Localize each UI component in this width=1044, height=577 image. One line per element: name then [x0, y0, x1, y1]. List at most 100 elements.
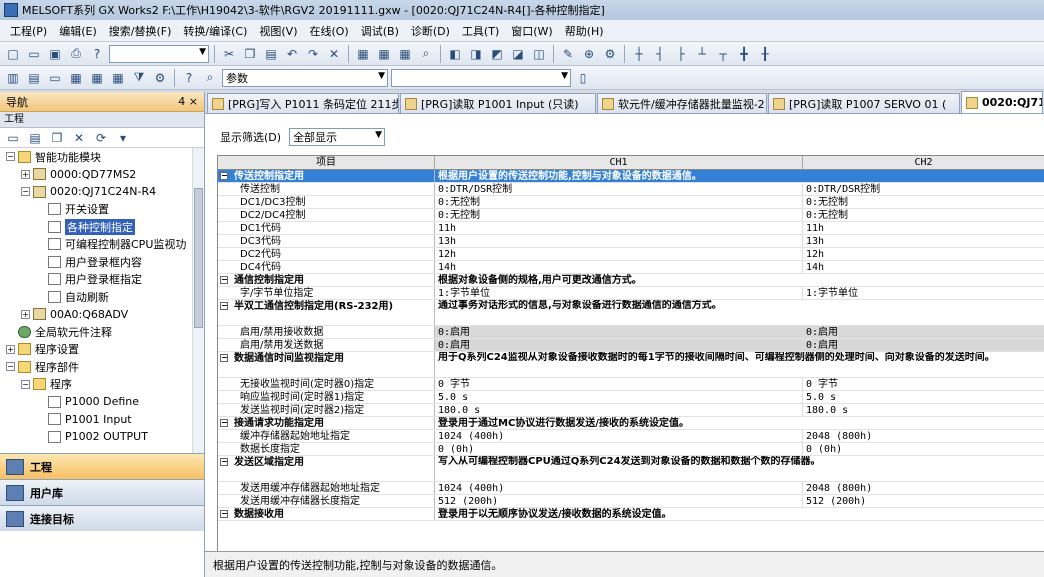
help-icon[interactable]: ?: [88, 45, 106, 63]
nav-button-user-library[interactable]: 用户库: [0, 479, 204, 505]
setting-row[interactable]: 字/字节单位指定 1:字节单位 1:字节单位: [218, 287, 1044, 300]
setting-row[interactable]: 发送用缓冲存储器长度指定 512 (200h) 512 (200h): [218, 495, 1044, 508]
tree-item[interactable]: P1001 Input: [2, 411, 204, 429]
tab-p1007[interactable]: [PRG]读取 P1007 SERVO 01 (: [768, 93, 960, 113]
collapse-icon[interactable]: −: [220, 172, 228, 180]
param-combo[interactable]: 参数 ▼: [222, 68, 388, 87]
options-icon[interactable]: ⚙: [151, 69, 169, 87]
ch2-value-cell[interactable]: 0:启用: [803, 326, 1044, 338]
filter-icon[interactable]: ⧩: [130, 69, 148, 87]
ch2-value-cell[interactable]: 0:启用: [803, 339, 1044, 351]
setting-row[interactable]: DC2/DC4控制 0:无控制 0:无控制: [218, 209, 1044, 222]
ch2-value-cell[interactable]: 0 字节: [803, 378, 1044, 390]
tree-item[interactable]: 用户登录框指定: [2, 271, 204, 289]
setting-row[interactable]: 发送用缓冲存储器起始地址指定 1024 (400h) 2048 (800h): [218, 482, 1044, 495]
ch1-value-cell[interactable]: 0:无控制: [435, 209, 803, 221]
device-icon[interactable]: ▦: [354, 45, 372, 63]
collapse-icon[interactable]: −: [220, 419, 228, 427]
tree-item[interactable]: 开关设置: [2, 201, 204, 219]
setting-row[interactable]: 启用/禁用发送数据 0:启用 0:启用: [218, 339, 1044, 352]
setting-row[interactable]: 传送控制 0:DTR/DSR控制 0:DTR/DSR控制: [218, 183, 1044, 196]
device-dev-icon-2[interactable]: ▦: [88, 69, 106, 87]
ch2-value-cell[interactable]: 12h: [803, 248, 1044, 260]
scroll-thumb[interactable]: [194, 188, 203, 328]
toolbar-combo[interactable]: ▼: [109, 44, 209, 63]
setting-row[interactable]: DC1/DC3控制 0:无控制 0:无控制: [218, 196, 1044, 209]
monitor-stop-icon[interactable]: ◫: [530, 45, 548, 63]
new-item-icon[interactable]: ▭: [4, 129, 22, 147]
ch1-value-cell[interactable]: 512 (200h): [435, 495, 803, 507]
menu-project[interactable]: 工程(P): [4, 23, 53, 39]
ch2-value-cell[interactable]: 14h: [803, 261, 1044, 273]
refresh-icon[interactable]: ⟳: [92, 129, 110, 147]
category-row[interactable]: − 传送控制指定用 根据用户设置的传送控制功能,控制与对象设备的数据通信。: [218, 170, 1044, 183]
ch1-value-cell[interactable]: 0:DTR/DSR控制: [435, 183, 803, 195]
ch2-value-cell[interactable]: 180.0 s: [803, 404, 1044, 416]
setting-row[interactable]: DC4代码 14h 14h: [218, 261, 1044, 274]
ch2-value-cell[interactable]: 0:DTR/DSR控制: [803, 183, 1044, 195]
ch1-value-cell[interactable]: 0 字节: [435, 378, 803, 390]
ladder-icon-4[interactable]: ┴: [693, 45, 711, 63]
ch2-value-cell[interactable]: 2048 (800h): [803, 430, 1044, 442]
ch1-value-cell[interactable]: 0:启用: [435, 339, 803, 351]
ch1-value-cell[interactable]: 11h: [435, 222, 803, 234]
project-tree[interactable]: − 智能功能模块 +0000:QD77MS2 − 0020:QJ71C24N-R4 开关设…: [0, 148, 204, 453]
zoom-icon[interactable]: ⊕: [580, 45, 598, 63]
tree-item[interactable]: 自动刷新: [2, 288, 204, 306]
print-icon[interactable]: ⎙: [67, 45, 85, 63]
menu-view[interactable]: 视图(V): [253, 23, 303, 39]
setting-row[interactable]: 缓冲存储器起始地址指定 1024 (400h) 2048 (800h): [218, 430, 1044, 443]
tree-item[interactable]: 可编程控制器CPU监视功: [2, 236, 204, 254]
tree-item[interactable]: 各种控制指定: [2, 218, 204, 236]
copy-item-icon[interactable]: ❐: [48, 129, 66, 147]
ladder-icon[interactable]: ┼: [630, 45, 648, 63]
tree-item[interactable]: − 0020:QJ71C24N-R4: [2, 183, 204, 201]
tab-p1011[interactable]: [PRG]写入 P1011 条码定位 211步: [207, 93, 399, 113]
ch2-value-cell[interactable]: 13h: [803, 235, 1044, 247]
delete-icon[interactable]: ✕: [325, 45, 343, 63]
collapse-icon[interactable]: −: [21, 379, 30, 389]
nav-button-project[interactable]: 工程: [0, 453, 204, 479]
ladder-icon-3[interactable]: ├: [672, 45, 690, 63]
category-row[interactable]: − 数据通信时间监视指定用 用于Q系列C24监视从对象设备接收数据时的每1字节的接收…: [218, 352, 1044, 378]
device-dev-icon[interactable]: ▦: [67, 69, 85, 87]
ladder-icon-5[interactable]: ┬: [714, 45, 732, 63]
ch2-value-cell[interactable]: 5.0 s: [803, 391, 1044, 403]
cut-icon[interactable]: ✂: [220, 45, 238, 63]
binoculars-icon[interactable]: ⌕: [201, 69, 219, 87]
ch1-value-cell[interactable]: 1024 (400h): [435, 430, 803, 442]
tree-item[interactable]: 全局软元件注释: [2, 323, 204, 341]
tab-buffer-monitor[interactable]: 软元件/缓冲存储器批量监视-2: [597, 93, 767, 113]
collapse-icon[interactable]: −: [220, 354, 228, 362]
ch1-value-cell[interactable]: 12h: [435, 248, 803, 260]
window-icon[interactable]: ▭: [46, 69, 64, 87]
new-icon[interactable]: □: [4, 45, 22, 63]
device-dev-icon-3[interactable]: ▦: [109, 69, 127, 87]
setting-row[interactable]: DC2代码 12h 12h: [218, 248, 1044, 261]
setting-row[interactable]: 数据长度指定 0 (0h) 0 (0h): [218, 443, 1044, 456]
expand-icon[interactable]: +: [21, 309, 30, 319]
ch1-value-cell[interactable]: 0:启用: [435, 326, 803, 338]
collapse-icon[interactable]: −: [220, 276, 228, 284]
menu-help[interactable]: 帮助(H): [559, 23, 610, 39]
ch2-value-cell[interactable]: 1:字节单位: [803, 287, 1044, 299]
tree-item[interactable]: − 智能功能模块: [2, 148, 204, 166]
open-icon[interactable]: ▭: [25, 45, 43, 63]
tree-item[interactable]: − 程序: [2, 376, 204, 394]
filter-select[interactable]: 全部显示 ▼: [289, 128, 386, 146]
search-combo[interactable]: ▼: [391, 68, 571, 87]
redo-icon[interactable]: ↷: [304, 45, 322, 63]
ch1-value-cell[interactable]: 1:字节单位: [435, 287, 803, 299]
ladder-icon-7[interactable]: ╂: [756, 45, 774, 63]
setting-row[interactable]: DC3代码 13h 13h: [218, 235, 1044, 248]
module-icon[interactable]: ▤: [25, 69, 43, 87]
ch2-value-cell[interactable]: 0:无控制: [803, 209, 1044, 221]
tree-item[interactable]: 用户登录框内容: [2, 253, 204, 271]
tree-item[interactable]: − 程序部件: [2, 358, 204, 376]
ch2-value-cell[interactable]: 11h: [803, 222, 1044, 234]
collapse-icon[interactable]: −: [6, 152, 15, 162]
category-row[interactable]: − 发送区域指定用 写入从可编程控制器CPU通过Q系列C24发送到对象设备的数据和数…: [218, 456, 1044, 482]
read-plc-icon[interactable]: ◧: [446, 45, 464, 63]
device-icon-2[interactable]: ▦: [375, 45, 393, 63]
monitor-icon[interactable]: ◪: [509, 45, 527, 63]
